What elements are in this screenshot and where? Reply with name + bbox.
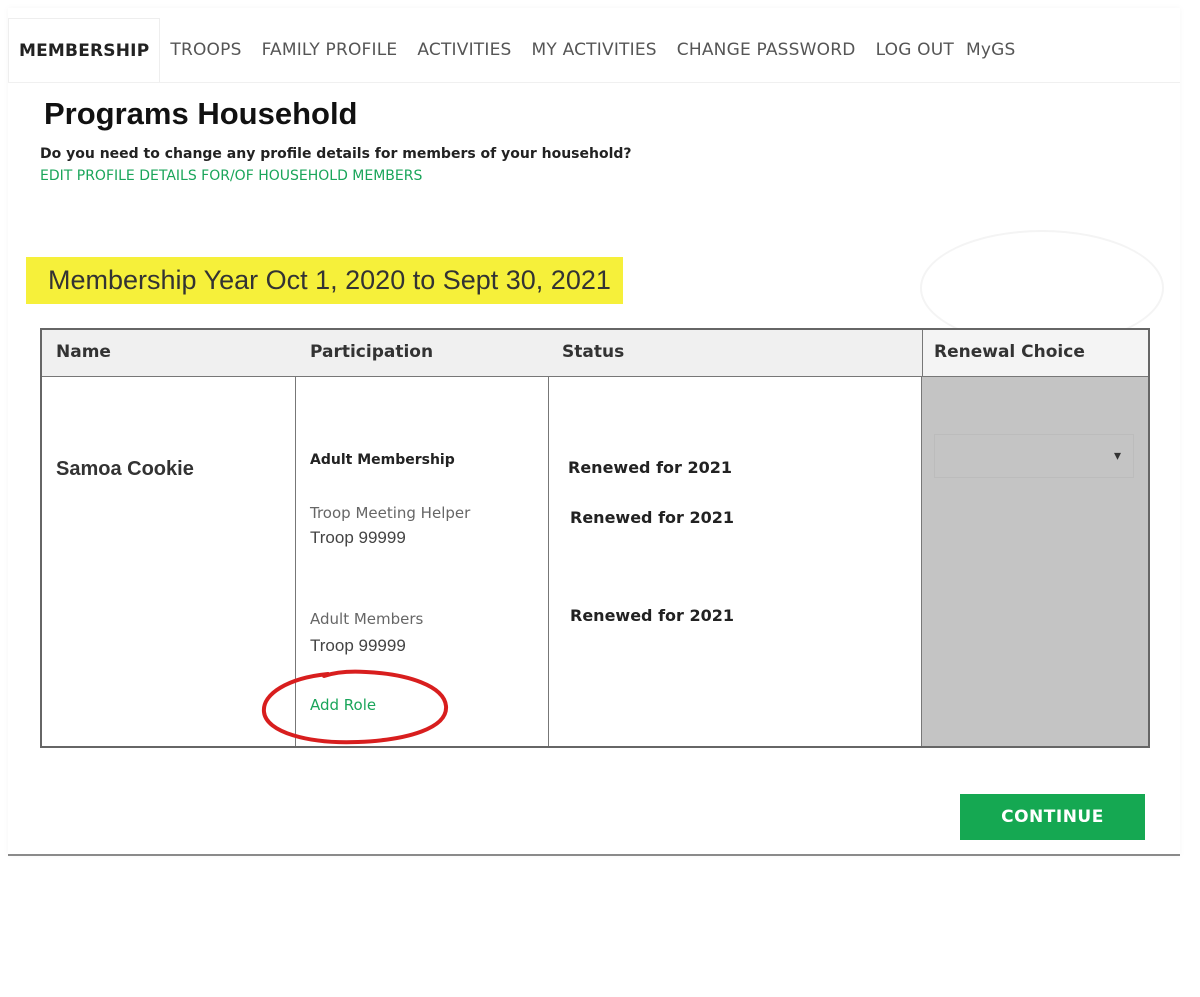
nav-mygs[interactable]: MyGS: [964, 18, 1026, 82]
chevron-down-icon: ▾: [1113, 447, 1121, 463]
status-text: Renewed for 2021: [570, 606, 735, 625]
nav-log-out[interactable]: LOG OUT: [866, 18, 964, 82]
content-card: MEMBERSHIP TROOPS FAMILY PROFILE ACTIVIT…: [8, 8, 1180, 856]
profile-question: Do you need to change any profile detail…: [40, 146, 632, 162]
header-status: Status: [562, 342, 625, 362]
continue-button[interactable]: CONTINUE: [960, 794, 1145, 840]
header-renewal-choice: Renewal Choice: [934, 342, 1085, 362]
nav-change-password[interactable]: CHANGE PASSWORD: [667, 18, 866, 82]
header-name: Name: [56, 342, 111, 362]
participation-troop: Troop 99999: [310, 636, 406, 655]
participation-role: Troop Meeting Helper: [310, 504, 471, 522]
renewal-choice-select[interactable]: ▾: [934, 434, 1134, 478]
page-title: Programs Household: [44, 96, 358, 131]
nav-activities[interactable]: ACTIVITIES: [407, 18, 521, 82]
household-table: Name Participation Status Renewal Choice…: [40, 328, 1150, 748]
nav-troops[interactable]: TROOPS: [160, 18, 251, 82]
status-text: Renewed for 2021: [570, 508, 735, 527]
nav-my-activities[interactable]: MY ACTIVITIES: [522, 18, 667, 82]
page: MEMBERSHIP TROOPS FAMILY PROFILE ACTIVIT…: [0, 0, 1200, 997]
top-nav: MEMBERSHIP TROOPS FAMILY PROFILE ACTIVIT…: [8, 17, 1026, 83]
participation-role: Adult Members: [310, 610, 424, 628]
member-name: Samoa Cookie: [56, 458, 194, 480]
name-column: [42, 330, 296, 746]
participation-role: Adult Membership: [310, 452, 455, 468]
header-participation: Participation: [310, 342, 434, 362]
nav-family-profile[interactable]: FAMILY PROFILE: [252, 18, 408, 82]
renewal-column: [922, 330, 1148, 746]
status-text: Renewed for 2021: [568, 458, 733, 477]
edit-profile-link[interactable]: EDIT PROFILE DETAILS FOR/OF HOUSEHOLD ME…: [40, 168, 422, 184]
add-role-link[interactable]: Add Role: [310, 696, 376, 714]
membership-year-banner: Membership Year Oct 1, 2020 to Sept 30, …: [26, 257, 623, 304]
nav-membership[interactable]: MEMBERSHIP: [8, 17, 161, 83]
nav-divider: [8, 82, 1180, 83]
status-column: [549, 330, 922, 746]
participation-troop: Troop 99999: [310, 528, 406, 547]
